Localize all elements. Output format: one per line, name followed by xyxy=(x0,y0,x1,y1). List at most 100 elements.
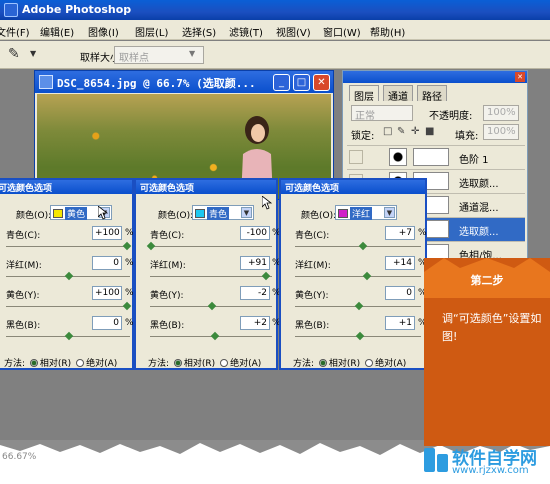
logo-mark-icon xyxy=(424,448,448,472)
absolute-radio[interactable] xyxy=(220,359,229,367)
fill-label: 填充: xyxy=(455,131,479,142)
yellow-field[interactable]: +100 xyxy=(92,286,122,300)
lock-move-icon[interactable]: ✛ xyxy=(411,126,419,137)
blend-mode-select[interactable]: 正常 xyxy=(351,105,413,122)
relative-radio[interactable] xyxy=(29,359,38,367)
relative-radio[interactable] xyxy=(318,359,327,367)
cyan-slider-thumb[interactable] xyxy=(358,241,368,251)
layer-mask-thumbnail xyxy=(413,148,449,166)
yellow-label: 黄色(Y): xyxy=(6,291,40,301)
dialog-title[interactable]: 可选颜色选项 xyxy=(0,180,132,194)
adjustment-thumbnail xyxy=(389,148,407,166)
color-select[interactable]: 洋红 ▼ xyxy=(335,205,397,220)
cyan-slider-thumb[interactable] xyxy=(122,241,132,251)
tab-layers[interactable]: 图层 xyxy=(349,85,379,103)
menu-window[interactable]: 窗口(W) xyxy=(323,24,361,39)
color-swatch xyxy=(53,209,63,218)
black-label: 黑色(B): xyxy=(295,321,330,331)
yellow-slider-track[interactable] xyxy=(6,306,130,307)
cyan-field[interactable]: +7 xyxy=(385,226,415,240)
document-icon xyxy=(39,75,53,89)
dialog-title[interactable]: 可选颜色选项 xyxy=(136,180,276,194)
tool-preset-arrow-icon[interactable]: ▼ xyxy=(30,49,36,58)
selective-color-dialog-magenta[interactable]: 可选颜色选项 颜色(O): 洋红 ▼ 青色(C): +7 % 洋红(M): +1… xyxy=(279,178,427,370)
menu-select[interactable]: 选择(S) xyxy=(182,24,216,39)
eyedropper-icon[interactable]: ✎ xyxy=(8,46,20,62)
magenta-field[interactable]: 0 xyxy=(92,256,122,270)
black-slider-thumb[interactable] xyxy=(210,331,220,341)
close-button[interactable]: ✕ xyxy=(313,74,330,91)
yellow-slider-thumb[interactable] xyxy=(354,301,364,311)
relative-radio[interactable] xyxy=(173,359,182,367)
absolute-radio[interactable] xyxy=(76,359,85,367)
percent-sign: % xyxy=(418,228,427,238)
menu-file[interactable]: 文件(F) xyxy=(0,24,30,39)
black-field[interactable]: +2 xyxy=(240,316,270,330)
absolute-radio[interactable] xyxy=(365,359,374,367)
tab-paths[interactable]: 路径 xyxy=(417,85,447,103)
menu-layer[interactable]: 图层(L) xyxy=(135,24,168,39)
lock-transparency-icon[interactable]: □ xyxy=(383,126,392,137)
tab-channels[interactable]: 通道 xyxy=(383,85,413,103)
relative-label: 相对(R) xyxy=(328,359,361,369)
magenta-slider-thumb[interactable] xyxy=(64,271,74,281)
black-slider-thumb[interactable] xyxy=(355,331,365,341)
menu-view[interactable]: 视图(V) xyxy=(276,24,311,39)
close-icon[interactable]: ✕ xyxy=(515,72,525,82)
lock-brush-icon[interactable]: ✎ xyxy=(397,126,405,137)
cyan-label: 青色(C): xyxy=(295,231,330,241)
cyan-slider-thumb[interactable] xyxy=(146,241,156,251)
menu-edit[interactable]: 编辑(E) xyxy=(40,24,74,39)
minimize-button[interactable]: _ xyxy=(273,74,290,91)
lock-all-icon[interactable]: ■ xyxy=(425,126,434,137)
selective-color-dialog-cyan[interactable]: 可选颜色选项 颜色(O): 青色 ▼ 青色(C): -100 % 洋红(M): … xyxy=(134,178,281,370)
menu-help[interactable]: 帮助(H) xyxy=(370,24,405,39)
visibility-toggle[interactable] xyxy=(349,150,363,164)
magenta-slider-track[interactable] xyxy=(295,276,421,277)
magenta-slider-thumb[interactable] xyxy=(261,271,271,281)
options-bar: ✎ ▼ 取样大小: 取样点 ▼ xyxy=(0,41,550,69)
sample-size-select[interactable]: 取样点 ▼ xyxy=(114,46,204,64)
document-title: DSC_8654.jpg @ 66.7% (选取颜... xyxy=(57,77,256,90)
selective-color-dialog-yellow[interactable]: 可选颜色选项 颜色(O): 黄色 ▼ 青色(C): +100 % 洋红(M): … xyxy=(0,178,134,370)
magenta-slider-thumb[interactable] xyxy=(362,271,372,281)
method-group: 方法: 相对(R) 绝对(A) xyxy=(148,356,261,369)
opacity-label: 不透明度: xyxy=(429,111,473,122)
cyan-label: 青色(C): xyxy=(6,231,41,241)
color-select[interactable]: 青色 ▼ xyxy=(192,205,254,220)
yellow-field[interactable]: 0 xyxy=(385,286,415,300)
yellow-slider-thumb[interactable] xyxy=(207,301,217,311)
black-field[interactable]: 0 xyxy=(92,316,122,330)
color-label: 颜色(O): xyxy=(158,211,194,221)
opacity-field[interactable]: 100% xyxy=(483,105,519,121)
layer-name: 通道混... xyxy=(459,203,499,214)
layer-name: 色阶 1 xyxy=(459,155,489,166)
magenta-slider-track[interactable] xyxy=(150,276,272,277)
menu-filter[interactable]: 滤镜(T) xyxy=(229,24,263,39)
cyan-slider-track[interactable] xyxy=(150,246,272,247)
absolute-label: 绝对(A) xyxy=(86,359,118,369)
watermark-url: www.rjzxw.com xyxy=(452,465,529,476)
cyan-field[interactable]: -100 xyxy=(240,226,270,240)
magenta-field[interactable]: +91 xyxy=(240,256,270,270)
black-field[interactable]: +1 xyxy=(385,316,415,330)
absolute-label: 绝对(A) xyxy=(375,359,407,369)
color-value: 黄色 xyxy=(65,207,88,220)
menubar: 文件(F) 编辑(E) 图像(I) 图层(L) 选择(S) 滤镜(T) 视图(V… xyxy=(0,20,550,40)
cyan-slider-track[interactable] xyxy=(6,246,130,247)
layer-row[interactable]: 色阶 1 xyxy=(347,145,525,169)
fill-field[interactable]: 100% xyxy=(483,124,519,140)
dialog-title[interactable]: 可选颜色选项 xyxy=(281,180,425,194)
yellow-label: 黄色(Y): xyxy=(295,291,329,301)
maximize-button[interactable]: □ xyxy=(293,74,310,91)
cyan-field[interactable]: +100 xyxy=(92,226,122,240)
magenta-field[interactable]: +14 xyxy=(385,256,415,270)
black-slider-thumb[interactable] xyxy=(64,331,74,341)
document-titlebar[interactable]: DSC_8654.jpg @ 66.7% (选取颜... _ □ ✕ xyxy=(35,71,333,93)
menu-image[interactable]: 图像(I) xyxy=(88,24,119,39)
yellow-field[interactable]: -2 xyxy=(240,286,270,300)
layers-panel-titlebar[interactable]: ✕ xyxy=(343,71,527,83)
yellow-label: 黄色(Y): xyxy=(150,291,184,301)
black-label: 黑色(B): xyxy=(150,321,185,331)
yellow-slider-thumb[interactable] xyxy=(122,301,132,311)
